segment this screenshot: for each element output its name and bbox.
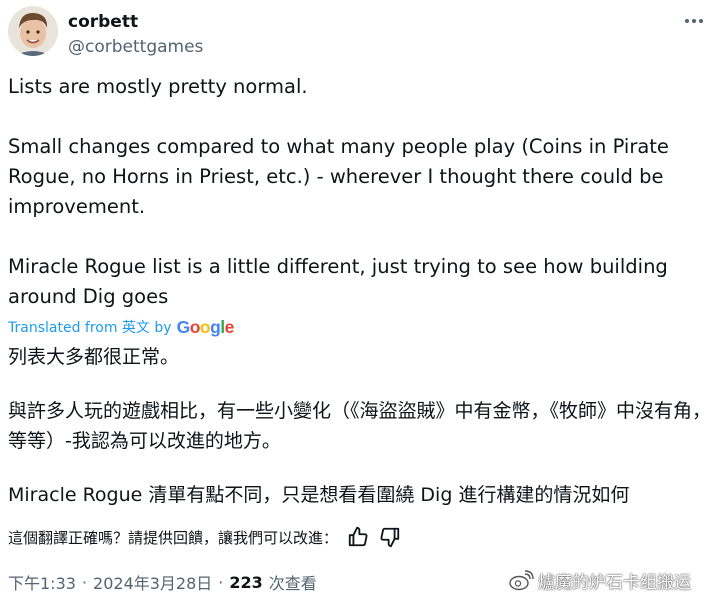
- more-options-icon[interactable]: [679, 10, 709, 32]
- weibo-watermark: 爐魔的炉石卡组搬运: [508, 566, 691, 594]
- translated-from-label: Translated from 英文 by: [8, 320, 172, 336]
- translated-line: 列表大多都很正常。: [8, 346, 180, 368]
- views-count: 223: [229, 572, 263, 592]
- translation-attribution[interactable]: Translated from 英文 by Google: [8, 316, 234, 338]
- feedback-prompt: 這個翻譯正確嗎？請提供回饋，讓我們可以改進：: [8, 528, 339, 547]
- tweet-time[interactable]: 下午1:33: [8, 570, 76, 594]
- author-handle[interactable]: @corbettgames: [68, 37, 203, 57]
- tweet-line: Small changes compared to what many peop…: [8, 135, 669, 218]
- avatar[interactable]: [8, 6, 58, 56]
- thumbs-up-icon[interactable]: [346, 525, 370, 549]
- google-logo: Google: [176, 316, 235, 337]
- user-avatar-photo: [8, 6, 58, 56]
- weibo-icon: [509, 570, 534, 591]
- translated-line: Miracle Rogue 清單有點不同，只是想看看圍繞 Dig 進行構建的情況…: [8, 484, 630, 506]
- meta-separator: ·: [81, 572, 88, 592]
- translation-feedback: 這個翻譯正確嗎？請提供回饋，讓我們可以改進：: [8, 524, 402, 550]
- tweet-date[interactable]: 2024年3月28日: [93, 570, 212, 594]
- views-label: 次查看: [268, 574, 317, 593]
- watermark-text: 爐魔的炉石卡组搬运: [538, 572, 691, 593]
- tweet-meta: 下午1:33 · 2024年3月28日 · 223 次查看: [8, 570, 317, 594]
- tweet-header: corbett @corbettgames: [8, 6, 711, 58]
- author-name[interactable]: corbett: [68, 12, 138, 32]
- tweet-text-original: Lists are mostly pretty normal. Small ch…: [8, 72, 708, 312]
- meta-separator: ·: [218, 572, 224, 592]
- translated-line: 與許多人玩的遊戲相比，有一些小變化（《海盜盜賊》中有金幣，《牧師》中沒有角，等等…: [8, 400, 712, 452]
- tweet-text-translated: 列表大多都很正常。 與許多人玩的遊戲相比，有一些小變化（《海盜盜賊》中有金幣，《…: [8, 342, 713, 510]
- tweet-line: Miracle Rogue list is a little different…: [8, 255, 668, 308]
- thumbs-down-icon[interactable]: [378, 525, 402, 549]
- tweet-line: Lists are mostly pretty normal.: [8, 75, 308, 98]
